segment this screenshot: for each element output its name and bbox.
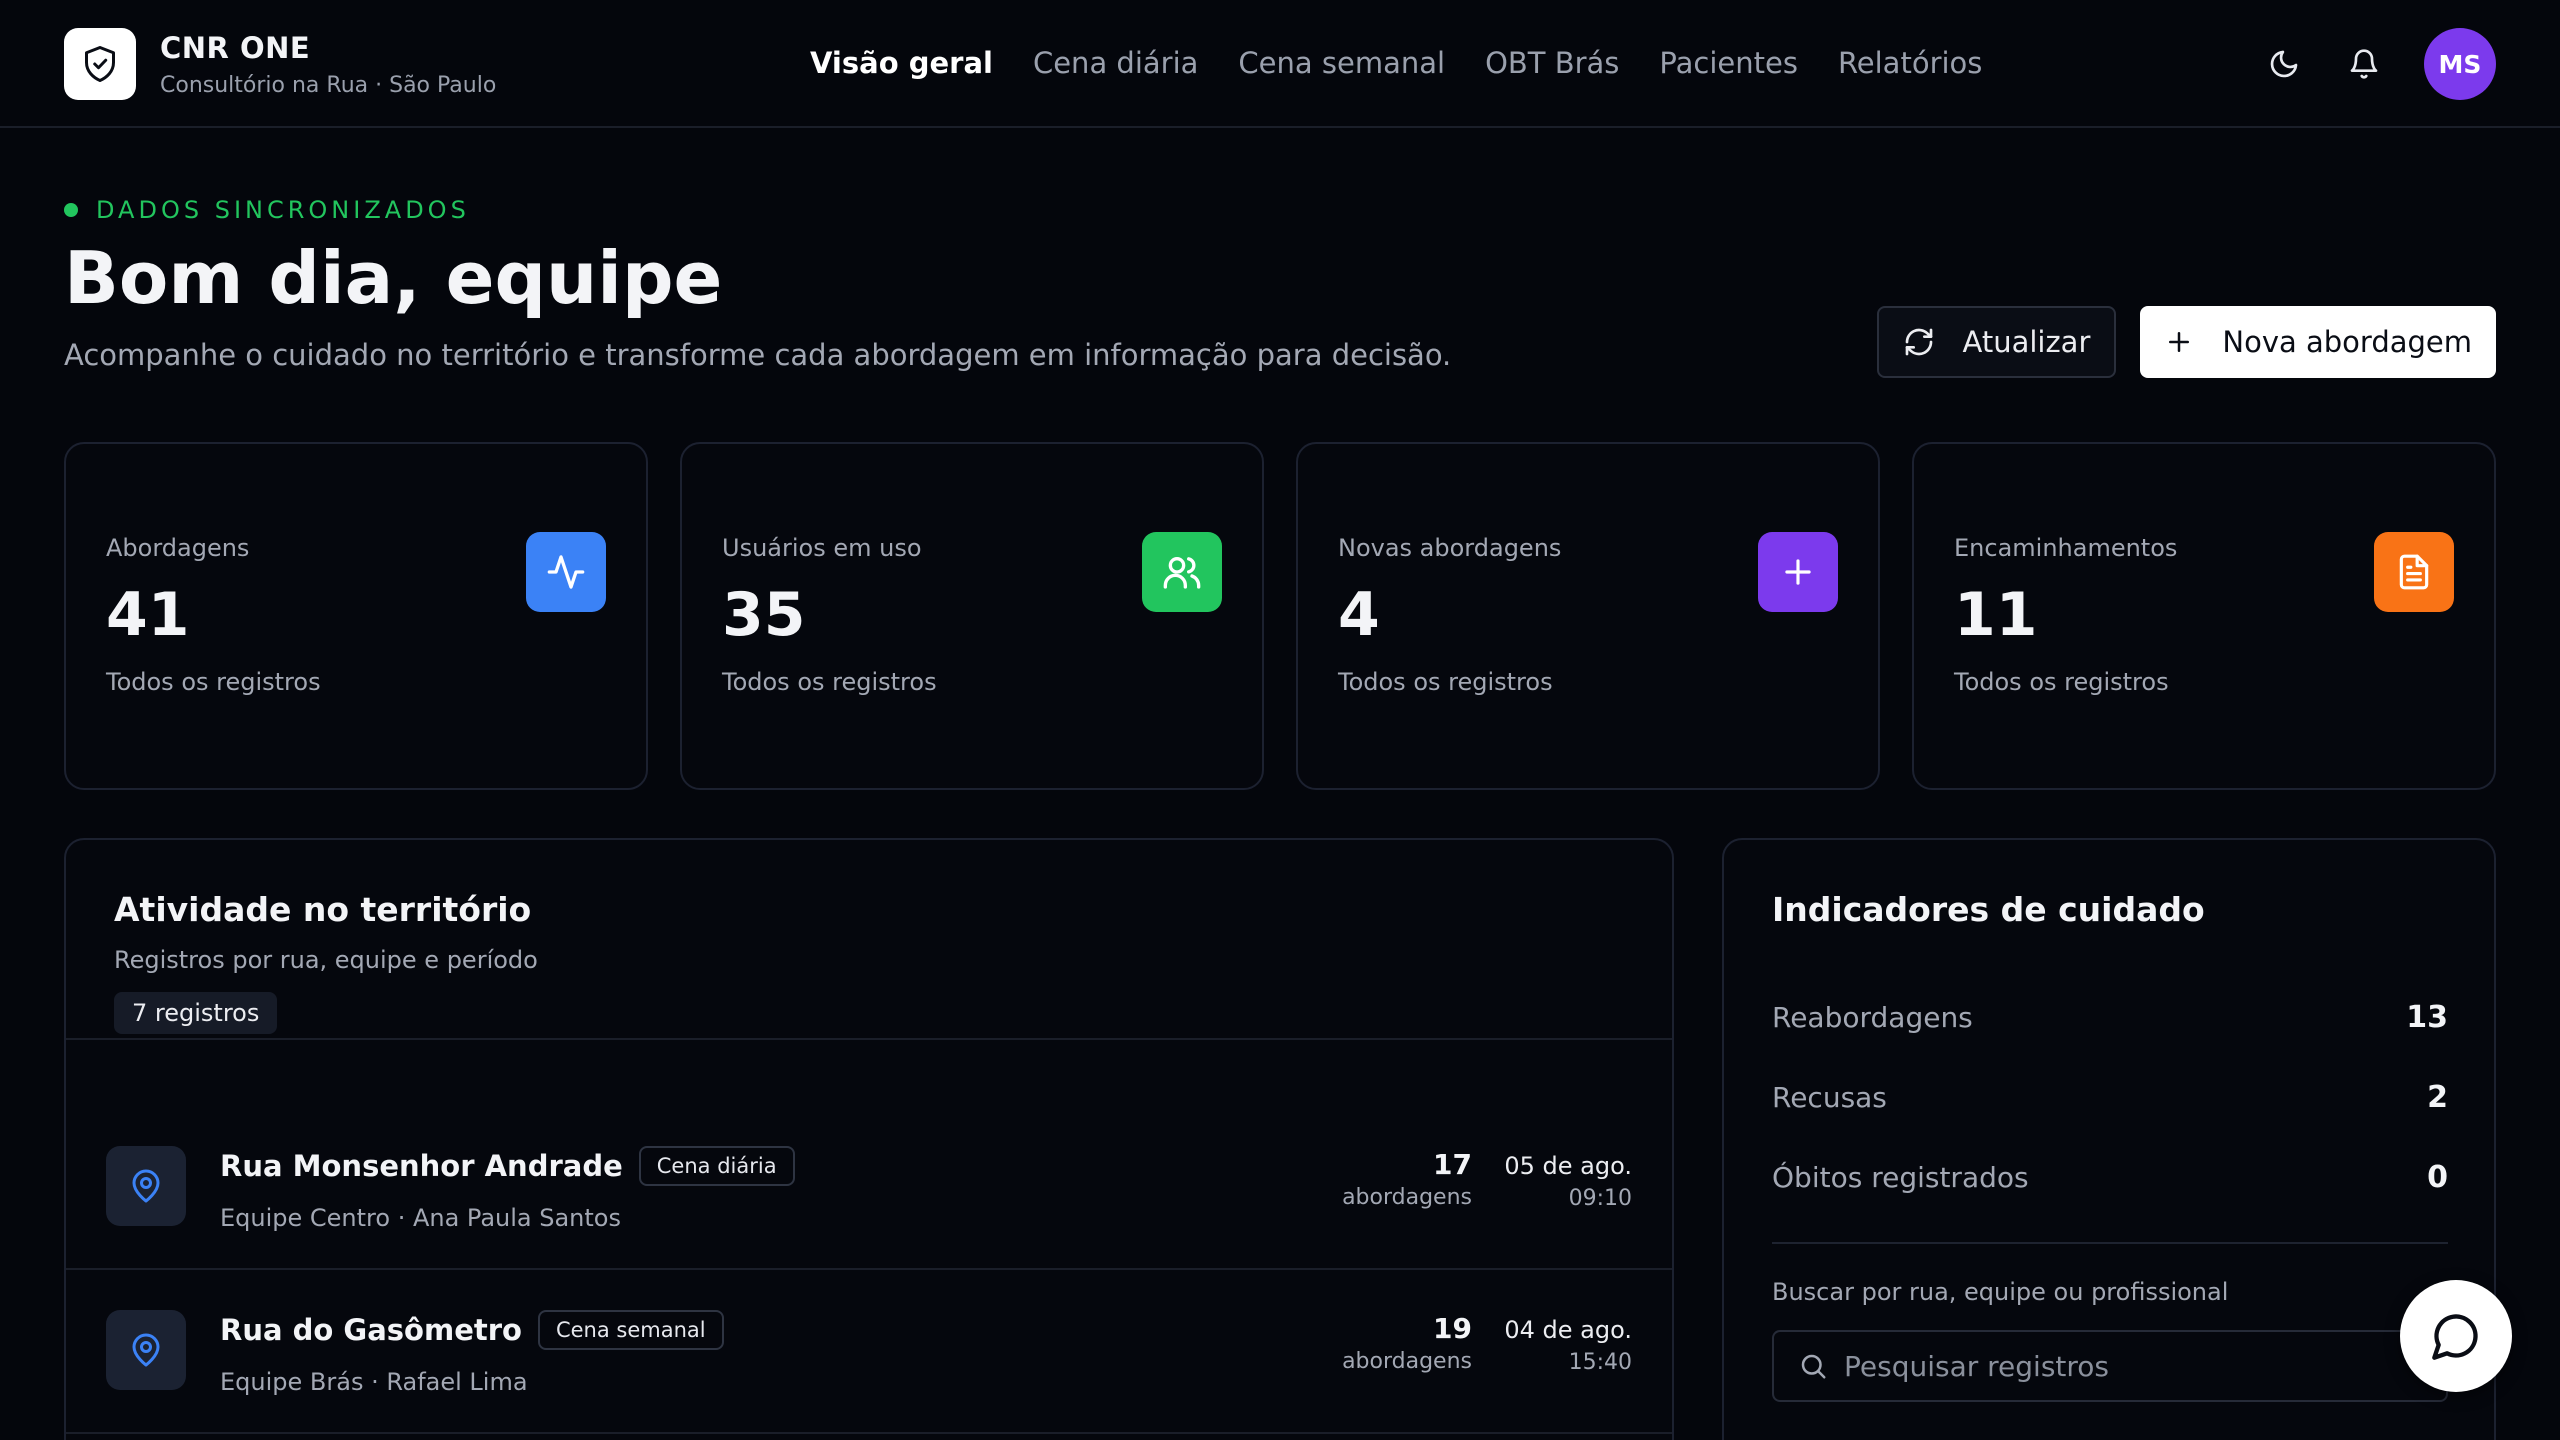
indicator-value: 0 xyxy=(2427,1160,2448,1195)
scene-tag: Cena diária xyxy=(638,1146,795,1186)
indicator-row: Recusas 2 xyxy=(1772,1080,2448,1115)
activity-row[interactable]: Rua do Gasômetro Cena semanal Equipe Brá… xyxy=(66,1270,1672,1434)
stat-foot: Todos os registros xyxy=(1954,668,2169,696)
search-icon xyxy=(1801,1354,1826,1379)
brand-name: CNR ONE xyxy=(160,30,311,65)
approach-count: 19 xyxy=(1433,1312,1472,1345)
status-dot xyxy=(64,203,78,217)
activity-title: Atividade no território xyxy=(114,890,532,929)
indicator-value: 2 xyxy=(2427,1080,2448,1115)
stat-value: 11 xyxy=(1954,580,2038,650)
chat-bubble-icon xyxy=(2432,1314,2478,1360)
search-field[interactable] xyxy=(1772,1330,2448,1402)
row-team-meta: Equipe Centro · Ana Paula Santos xyxy=(220,1204,621,1232)
indicator-label: Reabordagens xyxy=(1772,1001,1973,1034)
shield-check-icon xyxy=(64,28,136,100)
new-approach-button[interactable]: Nova abordagem xyxy=(2140,306,2496,378)
map-pin-icon xyxy=(106,1146,186,1226)
stat-cards: Abordagens 41 Todos os registros Usuário… xyxy=(64,442,2496,790)
stat-label: Novas abordagens xyxy=(1338,534,1562,562)
nav-obt-bras[interactable]: OBT Brás xyxy=(1485,46,1619,80)
indicator-row: Reabordagens 13 xyxy=(1772,1000,2448,1035)
refresh-icon xyxy=(1905,328,1932,356)
bell-icon[interactable] xyxy=(2344,44,2384,84)
stat-card-usuarios[interactable]: Usuários em uso 35 Todos os registros xyxy=(680,442,1264,790)
row-time: 15:40 xyxy=(1568,1350,1632,1375)
plus-icon xyxy=(1758,532,1838,612)
approach-count: 17 xyxy=(1433,1148,1472,1181)
page-subtitle: Acompanhe o cuidado no território e tran… xyxy=(64,338,1452,372)
stat-card-encaminhamentos[interactable]: Encaminhamentos 11 Todos os registros xyxy=(1912,442,2496,790)
search-label: Buscar por rua, equipe ou profissional xyxy=(1772,1278,2229,1306)
stat-foot: Todos os registros xyxy=(106,668,321,696)
care-indicators-panel: Indicadores de cuidado Reabordagens 13 R… xyxy=(1722,838,2496,1440)
page-title: Bom dia, equipe xyxy=(64,236,723,320)
brand-subtitle: Consultório na Rua · São Paulo xyxy=(160,72,497,98)
approach-count-label: abordagens xyxy=(1342,1349,1472,1374)
scene-tag: Cena semanal xyxy=(537,1310,724,1350)
header-actions: MS xyxy=(2264,28,2496,100)
indicator-label: Óbitos registrados xyxy=(1772,1161,2029,1194)
activity-subtitle: Registros por rua, equipe e período xyxy=(114,946,538,974)
stat-label: Encaminhamentos xyxy=(1954,534,2178,562)
indicators-title: Indicadores de cuidado xyxy=(1772,890,2205,929)
activity-row[interactable]: Rua Monsenhor Andrade Cena diária Equipe… xyxy=(66,1106,1672,1270)
stat-label: Abordagens xyxy=(106,534,250,562)
top-navigation-bar: CNR ONE Consultório na Rua · São Paulo V… xyxy=(0,0,2560,128)
divider xyxy=(66,1038,1672,1040)
row-time: 09:10 xyxy=(1568,1186,1632,1211)
stat-card-abordagens[interactable]: Abordagens 41 Todos os registros xyxy=(64,442,648,790)
nav-cena-diaria[interactable]: Cena diária xyxy=(1033,46,1198,80)
nav-relatorios[interactable]: Relatórios xyxy=(1838,46,1982,80)
refresh-button[interactable]: Atualizar xyxy=(1876,306,2117,378)
stat-value: 4 xyxy=(1338,580,1380,650)
chat-button[interactable] xyxy=(2400,1280,2512,1392)
sync-status-text: DADOS SINCRONIZADOS xyxy=(96,196,470,224)
brand[interactable]: CNR ONE Consultório na Rua · São Paulo xyxy=(64,28,496,100)
map-pin-icon xyxy=(106,1310,186,1390)
users-icon xyxy=(1142,532,1222,612)
activity-icon xyxy=(526,532,606,612)
row-date: 04 de ago. xyxy=(1504,1316,1632,1344)
street-name: Rua do Gasômetro xyxy=(220,1313,522,1347)
refresh-button-label: Atualizar xyxy=(1962,325,2091,359)
hero-actions: Atualizar Nova abordagem xyxy=(1876,306,2496,378)
moon-icon[interactable] xyxy=(2264,44,2304,84)
nav-visao-geral[interactable]: Visão geral xyxy=(810,46,993,80)
row-team-meta: Equipe Brás · Rafael Lima xyxy=(220,1368,528,1396)
stat-card-novas-abordagens[interactable]: Novas abordagens 4 Todos os registros xyxy=(1296,442,1880,790)
indicator-value: 13 xyxy=(2406,1000,2448,1035)
row-date: 05 de ago. xyxy=(1504,1152,1632,1180)
new-approach-button-label: Nova abordagem xyxy=(2222,325,2472,359)
document-icon xyxy=(2374,532,2454,612)
indicator-row: Óbitos registrados 0 xyxy=(1772,1160,2448,1195)
street-name: Rua Monsenhor Andrade xyxy=(220,1149,623,1183)
stat-value: 41 xyxy=(106,580,190,650)
records-count-badge: 7 registros xyxy=(114,992,278,1034)
indicator-label: Recusas xyxy=(1772,1081,1887,1114)
sync-status: DADOS SINCRONIZADOS xyxy=(64,196,470,224)
main-nav: Visão geral Cena diária Cena semanal OBT… xyxy=(810,0,1982,126)
approach-count-label: abordagens xyxy=(1342,1185,1472,1210)
nav-pacientes[interactable]: Pacientes xyxy=(1659,46,1798,80)
divider xyxy=(1772,1242,2448,1244)
stat-label: Usuários em uso xyxy=(722,534,922,562)
territory-activity-panel: Atividade no território Registros por ru… xyxy=(64,838,1674,1440)
stat-foot: Todos os registros xyxy=(722,668,937,696)
nav-cena-semanal[interactable]: Cena semanal xyxy=(1238,46,1445,80)
stat-foot: Todos os registros xyxy=(1338,668,1553,696)
stat-value: 35 xyxy=(722,580,806,650)
user-avatar[interactable]: MS xyxy=(2424,28,2496,100)
search-input[interactable] xyxy=(1844,1349,2424,1383)
plus-icon xyxy=(2169,332,2190,352)
